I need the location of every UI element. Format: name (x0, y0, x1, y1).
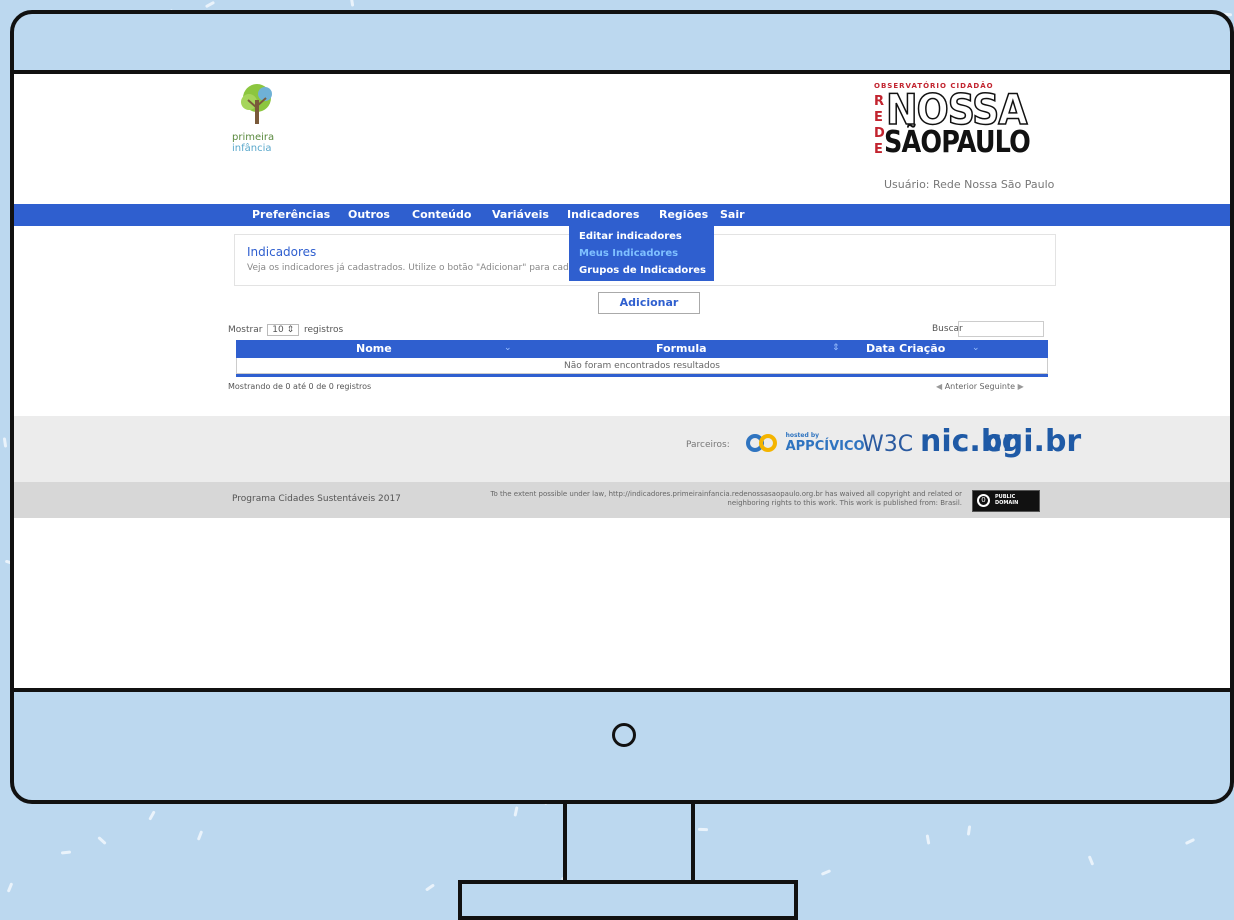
col-formula[interactable]: Formula (656, 342, 707, 355)
nav-conteudo[interactable]: Conteúdo (412, 208, 471, 221)
prev-button[interactable]: Anterior (945, 382, 977, 391)
menu-grupos-de-indicadores[interactable]: Grupos de Indicadores (569, 262, 714, 279)
col-data-criacao[interactable]: Data Criação (866, 342, 945, 355)
col-nome[interactable]: Nome (356, 342, 392, 355)
table-info: Mostrando de 0 até 0 de 0 registros (228, 382, 372, 391)
background-dash (148, 810, 156, 822)
nav-indicadores[interactable]: Indicadores (567, 208, 639, 221)
add-button[interactable]: Adicionar (598, 292, 700, 314)
nav-regioes[interactable]: Regiões (659, 208, 708, 221)
background-dash (2, 437, 8, 449)
nav-sair[interactable]: Sair (720, 208, 745, 221)
logo-nossa: NOSSA (885, 85, 1028, 134)
length-suffix: registros (304, 325, 344, 335)
nav-preferencias[interactable]: Preferências (252, 208, 330, 221)
next-arrow-icon[interactable]: ▶ (1018, 382, 1024, 391)
primeira-infancia-logo: primeira infância (230, 82, 300, 172)
length-control: Mostrar 10 ⇕ registros (228, 324, 343, 336)
public-domain-icon: 0 (977, 494, 990, 507)
background-dash (513, 806, 519, 817)
background-dash (350, 0, 355, 7)
background-dash (61, 850, 72, 855)
indicadores-dropdown-menu: Editar indicadores Meus Indicadores Grup… (569, 226, 714, 281)
public-domain-badge[interactable]: 0 PUBLIC DOMAIN (972, 490, 1040, 512)
next-button[interactable]: Seguinte (980, 382, 1016, 391)
logo-left-line-2: infância (232, 143, 272, 154)
partners-label: Parceiros: (686, 440, 730, 450)
background-dash (1087, 855, 1094, 866)
partners-bar: Parceiros: hosted by APPCÍVICO W3C nic.b… (14, 416, 1230, 482)
sort-icon: ⇕ (832, 343, 840, 353)
length-select[interactable]: 10 ⇕ (267, 324, 300, 336)
sort-icon: ⌄ (504, 343, 512, 353)
page-title: Indicadores (247, 245, 317, 259)
cgi-br-logo[interactable]: cgi.br (984, 424, 1081, 459)
background-dash (1185, 837, 1196, 845)
nav-outros[interactable]: Outros (348, 208, 390, 221)
appcivico-logo[interactable]: hosted by APPCÍVICO (744, 432, 865, 454)
prev-arrow-icon[interactable]: ◀ (936, 382, 942, 391)
monitor-stand (458, 880, 798, 920)
background-dash (925, 833, 931, 845)
menu-meus-indicadores[interactable]: Meus Indicadores (569, 245, 714, 262)
rede-nossa-sao-paulo-logo: OBSERVATÓRIO CIDADÃO R E D E NOSSA SÃOPA… (874, 82, 1054, 192)
search-input[interactable] (958, 321, 1044, 337)
background-dash (97, 836, 108, 846)
monitor-neck (563, 804, 695, 884)
logo-left-line-1: primeira (232, 132, 275, 143)
background-dash (966, 825, 971, 836)
background-dash (6, 882, 13, 894)
browser-screen: primeira infância OBSERVATÓRIO CIDADÃO R… (14, 70, 1230, 692)
footer-program: Programa Cidades Sustentáveis 2017 (232, 494, 401, 504)
sort-icon: ⌄ (972, 343, 980, 353)
power-button-icon (612, 723, 636, 747)
user-label: Usuário: Rede Nossa São Paulo (884, 178, 1055, 191)
background-dash (204, 0, 215, 8)
appcivico-icon (746, 434, 777, 452)
monitor-frame: primeira infância OBSERVATÓRIO CIDADÃO R… (10, 10, 1234, 804)
pagination: ◀ Anterior Seguinte ▶ (936, 382, 1024, 391)
background-dash (424, 882, 435, 892)
logo-sao-paulo: SÃOPAULO (884, 125, 1031, 160)
footer-license-text: To the extent possible under law, http:/… (490, 490, 962, 507)
table-header: Nome ⌄ Formula ⇕ Data Criação ⌄ (236, 340, 1048, 358)
tree-logo-icon (241, 84, 272, 124)
background-dash (820, 868, 831, 876)
logo-rede: R E D E (874, 94, 885, 157)
menu-editar-indicadores[interactable]: Editar indicadores (569, 228, 714, 245)
background-dash (697, 827, 708, 832)
length-prefix: Mostrar (228, 325, 263, 335)
w3c-logo[interactable]: W3C (862, 432, 913, 457)
main-navbar: Preferências Outros Conteúdo Variáveis I… (14, 204, 1230, 226)
page-footer: Programa Cidades Sustentáveis 2017 To th… (14, 482, 1230, 518)
table-footer-bar (236, 374, 1048, 377)
background-dash (196, 830, 204, 841)
empty-table-message: Não foram encontrados resultados (236, 358, 1048, 374)
nav-variaveis[interactable]: Variáveis (492, 208, 549, 221)
